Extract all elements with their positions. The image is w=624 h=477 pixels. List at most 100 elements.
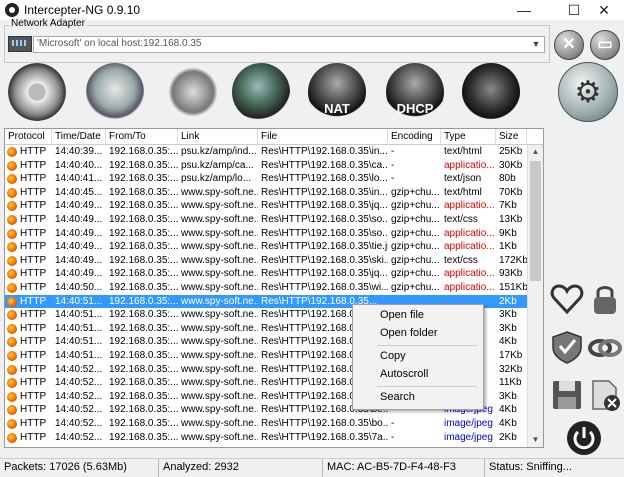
- cell-file: Res\HTTP\192.168.0.35\ski...: [261, 254, 388, 266]
- menu-item-open-file[interactable]: Open file: [380, 309, 424, 321]
- network-adapter-group: Network Adapter 'Microsoft' on local hos…: [4, 18, 550, 63]
- cell-type: applicatio...: [444, 282, 495, 293]
- table-row[interactable]: HTTP 14:40:41... 192.168.0.35:... psu.kz/am…: [5, 172, 527, 186]
- column-header-size[interactable]: Size: [496, 129, 527, 144]
- clear-button[interactable]: ✕: [554, 30, 584, 60]
- table-row[interactable]: HTTP 14:40:49... 192.168.0.35:... www.spy-s…: [5, 267, 527, 281]
- cell-time: 14:40:49...: [55, 214, 103, 225]
- phoenix-mode-icon[interactable]: [86, 63, 144, 121]
- table-row[interactable]: HTTP 14:40:49... 192.168.0.35:... www.spy-s…: [5, 199, 527, 213]
- table-row[interactable]: HTTP 14:40:52... 192.168.0.35:... www.spy-s…: [5, 431, 527, 445]
- cell-time: 14:40:52...: [55, 431, 103, 443]
- cell-size: 2Kb: [499, 431, 517, 443]
- title-bar: Intercepter-NG 0.9.10 — ☐ ✕: [0, 0, 624, 20]
- shield-icon[interactable]: [550, 330, 584, 364]
- vertical-scrollbar[interactable]: ▲ ▼: [527, 145, 543, 447]
- cell-time: 14:40:45...: [55, 186, 103, 198]
- table-row[interactable]: HTTP 14:40:52... 192.168.0.35:... www.spy-s…: [5, 417, 527, 431]
- table-row[interactable]: HTTP 14:40:49... 192.168.0.35:... www.spy-s…: [5, 240, 527, 254]
- cell-time: 14:40:40...: [55, 159, 103, 171]
- adapter-select-value: 'Microsoft' on local host:192.168.0.35: [37, 38, 202, 49]
- cell-link: psu.kz/amp/ca...: [181, 159, 254, 171]
- table-row[interactable]: HTTP 14:40:49... 192.168.0.35:... www.spy-s…: [5, 254, 527, 268]
- rings-icon[interactable]: [588, 330, 622, 364]
- cell-time: 14:40:50...: [55, 282, 103, 293]
- binary-globe-mode-icon[interactable]: [462, 63, 520, 121]
- cell-enc: gzip+chu...: [391, 282, 440, 293]
- cell-from: 192.168.0.35:...: [109, 336, 178, 348]
- menu-item-search[interactable]: Search: [380, 391, 415, 403]
- table-row[interactable]: HTTP 14:40:49... 192.168.0.35:... www.spy-s…: [5, 227, 527, 241]
- firefox-icon: [7, 255, 17, 266]
- nat-mode-icon[interactable]: NAT: [308, 63, 366, 121]
- flower-mode-icon[interactable]: [8, 63, 66, 121]
- table-row[interactable]: HTTP 14:40:45... 192.168.0.35:... www.spy-s…: [5, 186, 527, 200]
- cell-time: 14:40:52...: [55, 418, 103, 429]
- cell-link: www.spy-soft.ne...: [181, 268, 258, 280]
- dhcp-mode-icon[interactable]: DHCP: [386, 63, 444, 121]
- cell-time: 14:40:52...: [55, 363, 103, 375]
- column-header-protocol[interactable]: Protocol: [5, 129, 52, 144]
- column-header-link[interactable]: Link: [178, 129, 258, 144]
- delete-file-icon[interactable]: [588, 378, 622, 412]
- adapter-select[interactable]: 'Microsoft' on local host:192.168.0.35 ▼: [33, 36, 545, 53]
- cell-size: 93Kb: [499, 268, 523, 280]
- cell-file: Res\HTTP\192.168.0.35\so...: [261, 214, 388, 225]
- status-divider: [158, 459, 159, 477]
- cell-time: 14:40:52...: [55, 404, 103, 416]
- column-header-from-to[interactable]: From/To: [106, 129, 178, 144]
- cell-enc: -: [391, 159, 395, 171]
- cell-file: Res\HTTP\192.168.0.35\so...: [261, 227, 388, 239]
- firefox-icon: [7, 147, 17, 157]
- close-window-button[interactable]: ✕: [584, 0, 624, 20]
- menu-item-autoscroll[interactable]: Autoscroll: [380, 368, 428, 380]
- cell-link: www.spy-soft.ne...: [181, 404, 258, 416]
- column-header-encoding[interactable]: Encoding: [388, 129, 441, 144]
- cell-enc: gzip+chu...: [391, 214, 440, 225]
- network-card-icon: [8, 36, 32, 52]
- table-row[interactable]: HTTP 14:40:40... 192.168.0.35:... psu.kz/am…: [5, 159, 527, 173]
- analyzed-count: Analyzed: 2932: [163, 461, 239, 473]
- cell-type: applicatio...: [444, 227, 495, 239]
- gear-icon: ⚙: [574, 76, 602, 109]
- firefox-icon: [7, 419, 17, 429]
- scroll-up-icon[interactable]: ▲: [528, 145, 543, 159]
- column-header-type[interactable]: Type: [441, 129, 496, 144]
- cell-link: psu.kz/amp/ind...: [181, 146, 257, 157]
- heartbleed-icon[interactable]: [550, 282, 584, 316]
- scroll-down-icon[interactable]: ▼: [528, 433, 543, 447]
- cell-link: www.spy-soft.ne...: [181, 377, 258, 389]
- cell-size: 9Kb: [499, 227, 517, 239]
- cell-time: 14:40:39...: [55, 146, 103, 157]
- lock-icon[interactable]: [588, 282, 622, 316]
- firefox-icon: [7, 296, 17, 307]
- cell-from: 192.168.0.35:...: [109, 309, 178, 321]
- cell-link: www.spy-soft.ne...: [181, 200, 258, 212]
- power-icon[interactable]: [566, 420, 602, 456]
- cell-from: 192.168.0.35:...: [109, 350, 178, 361]
- scroll-thumb[interactable]: [530, 161, 541, 281]
- chevron-down-icon[interactable]: ▼: [529, 37, 543, 52]
- cell-from: 192.168.0.35:...: [109, 390, 178, 402]
- column-header-file[interactable]: File: [258, 129, 388, 144]
- table-row[interactable]: HTTP 14:40:49... 192.168.0.35:... www.spy-s…: [5, 213, 527, 227]
- cell-file: Res\HTTP\192.168.0.35\wi...: [261, 282, 388, 293]
- open-folder-button[interactable]: ▭: [590, 30, 620, 60]
- table-row[interactable]: HTTP 14:40:50... 192.168.0.35:... www.spy-s…: [5, 281, 527, 295]
- cell-file: Res\HTTP\192.168.0.35\lo...: [261, 173, 388, 185]
- settings-button[interactable]: ⚙: [558, 62, 618, 122]
- cell-time: 14:40:51...: [55, 295, 103, 307]
- minimize-button[interactable]: —: [504, 0, 544, 20]
- save-icon[interactable]: [550, 378, 584, 412]
- app-icon: [5, 3, 19, 17]
- radar-mode-icon[interactable]: [232, 63, 290, 121]
- cell-link: www.spy-soft.ne...: [181, 282, 258, 293]
- cell-from: 192.168.0.35:...: [109, 227, 178, 239]
- cell-file: Res\HTTP\192.168.0.35\jq...: [261, 268, 388, 280]
- table-row[interactable]: HTTP 14:40:39... 192.168.0.35:... psu.kz/am…: [5, 145, 527, 159]
- keys-mode-icon[interactable]: [164, 63, 222, 121]
- menu-item-copy[interactable]: Copy: [380, 350, 406, 362]
- cell-from: 192.168.0.35:...: [109, 268, 178, 280]
- column-header-time[interactable]: Time/Date: [52, 129, 106, 144]
- menu-item-open-folder[interactable]: Open folder: [380, 327, 437, 339]
